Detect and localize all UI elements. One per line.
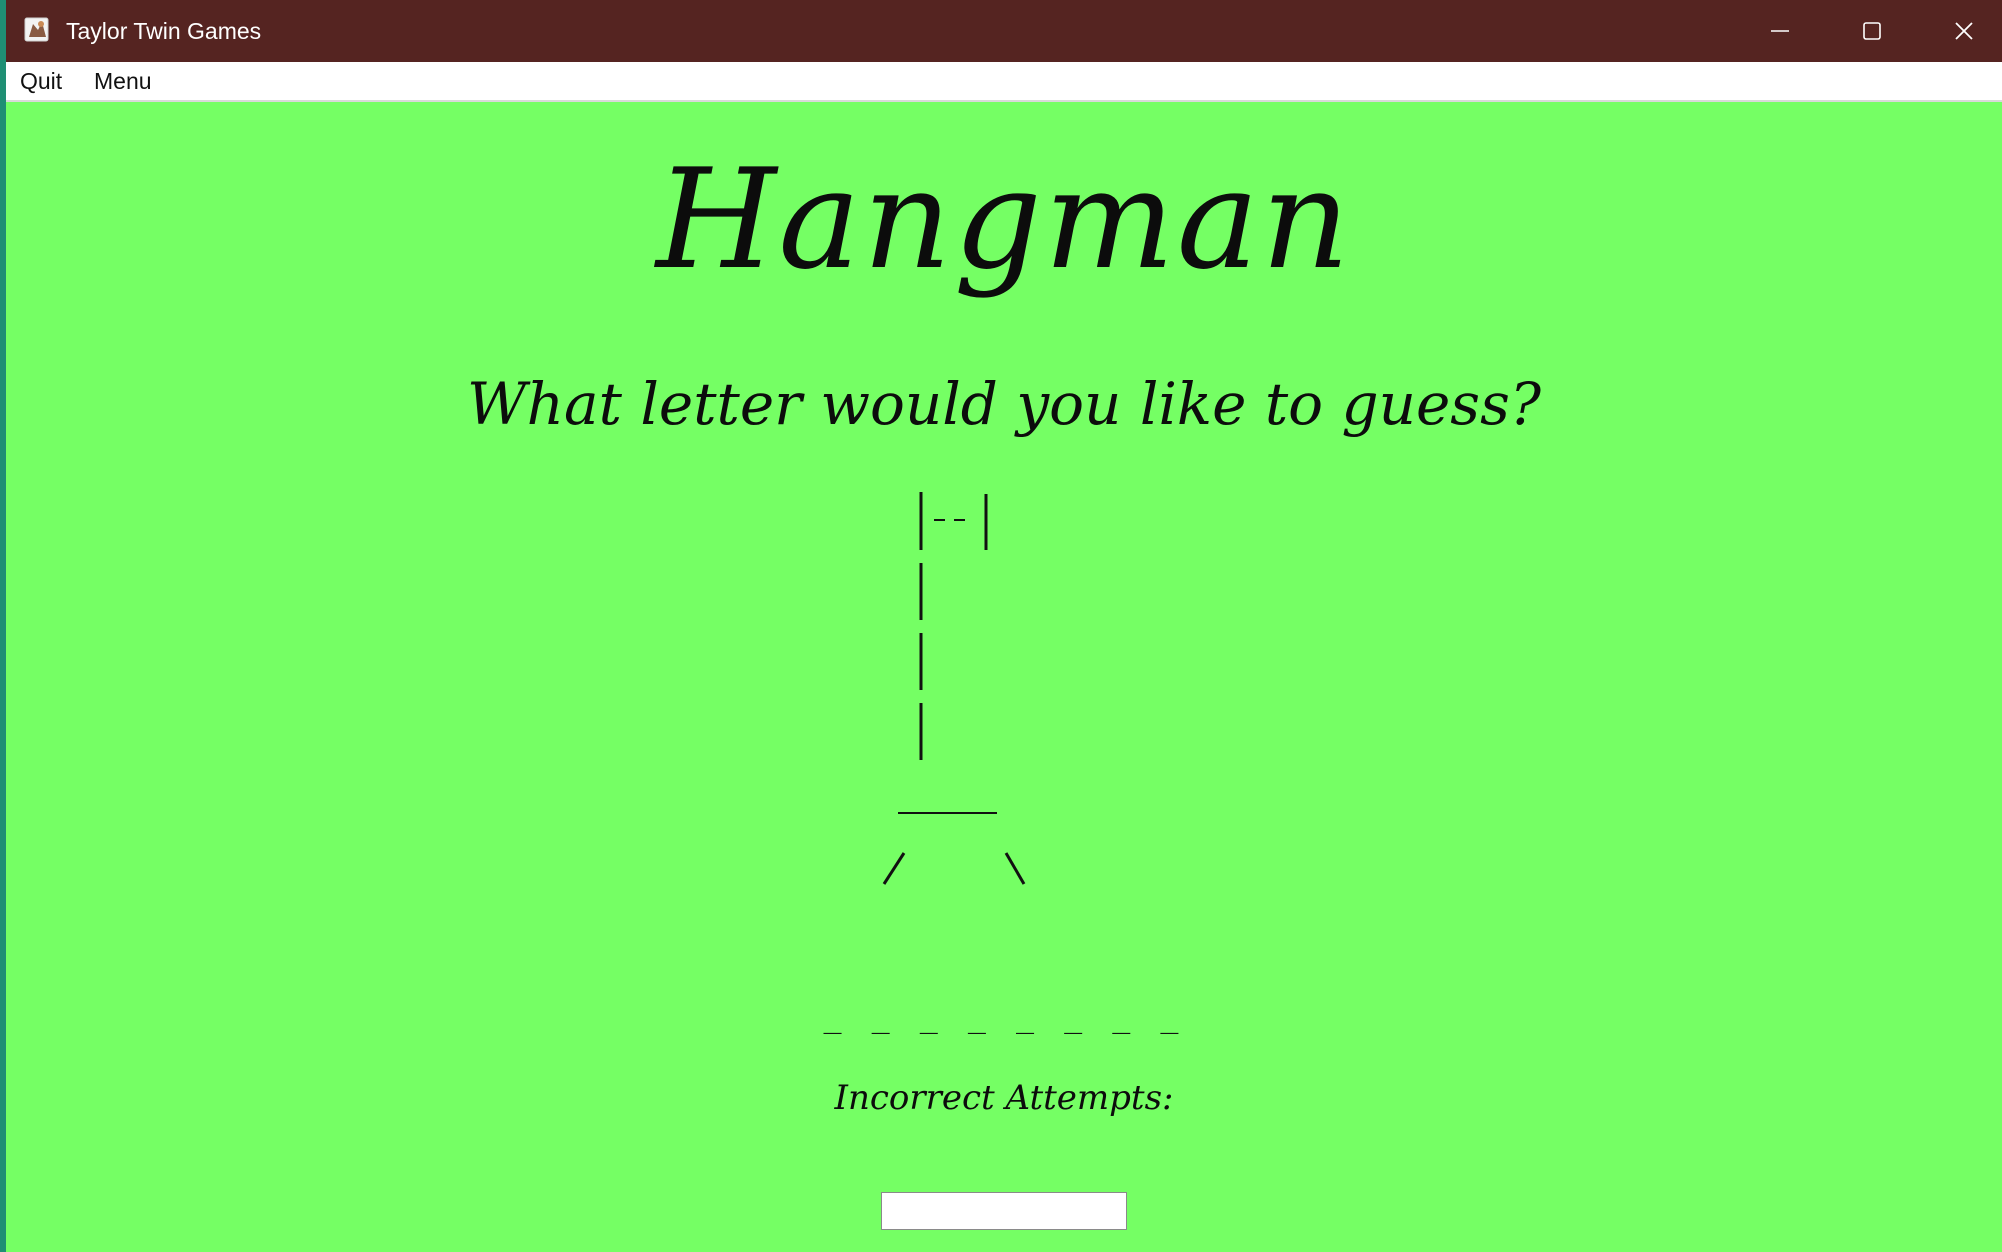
incorrect-attempts-label: Incorrect Attempts: <box>834 1078 1174 1118</box>
minimize-button[interactable] <box>1734 0 1826 62</box>
game-title: Hangman <box>656 139 1352 300</box>
minimize-icon <box>1771 30 1789 32</box>
window-title: Taylor Twin Games <box>66 18 262 44</box>
title-bar: Taylor Twin Games <box>6 0 2002 62</box>
app-window: Taylor Twin Games Quit Menu Hangman What… <box>6 0 2002 1252</box>
maximize-button[interactable] <box>1826 0 1918 62</box>
gallows-leg-left <box>882 852 906 885</box>
guess-prompt: What letter would you like to guess? <box>467 370 1541 438</box>
maximize-icon <box>1863 22 1881 40</box>
close-button[interactable] <box>1918 0 2002 62</box>
menu-quit[interactable]: Quit <box>20 66 62 96</box>
menu-menu[interactable]: Menu <box>94 66 152 96</box>
guess-input[interactable] <box>881 1192 1127 1230</box>
menu-bar: Quit Menu <box>6 62 2002 102</box>
gallows-leg-right <box>1004 852 1026 885</box>
close-icon <box>1955 22 1973 40</box>
hangman-gallows <box>882 492 1026 885</box>
word-blanks: _ _ _ _ _ _ _ _ <box>823 1000 1185 1035</box>
app-icon <box>24 17 49 42</box>
